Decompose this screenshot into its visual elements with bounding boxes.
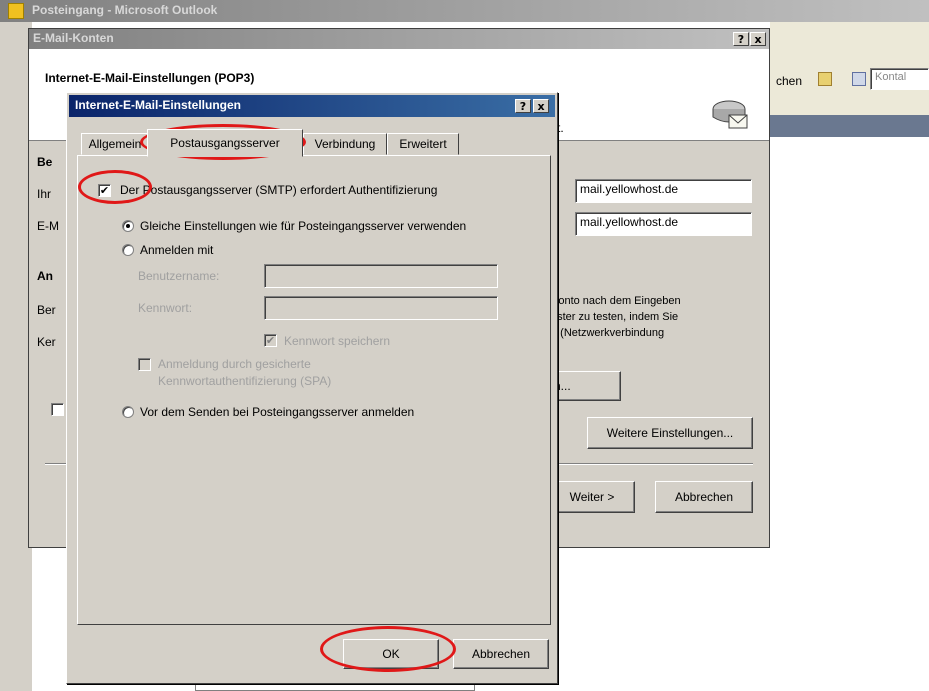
accounts-left-checkbox[interactable] (51, 403, 64, 416)
outgoing-server-input[interactable]: mail.yellowhost.de (575, 212, 752, 236)
accounts-help-button[interactable]: ? (733, 32, 749, 46)
outlook-header-band (770, 115, 929, 137)
section-login: An (37, 269, 53, 283)
tab-allgemein[interactable]: Allgemein (81, 133, 149, 155)
more-settings-button[interactable]: Weitere Einstellungen... (587, 417, 753, 449)
toolbar-search-label[interactable]: chen (776, 74, 802, 88)
save-password-label: Kennwort speichern (284, 334, 391, 348)
dialog-title: Internet-E-Mail-Einstellungen (75, 98, 242, 112)
pop-before-smtp-radio[interactable] (122, 406, 134, 418)
folder-icon[interactable] (818, 72, 832, 86)
dialog-help-button[interactable]: ? (515, 99, 531, 113)
accounts-cancel-button[interactable]: Abbrechen (655, 481, 753, 513)
password-input[interactable] (264, 296, 498, 320)
spa-label-line1: Anmeldung durch gesicherte (158, 357, 311, 371)
row-password-label: Ker (37, 335, 56, 349)
tab-panel: ✔ Der Postausgangsserver (SMTP) erforder… (77, 155, 551, 625)
same-settings-radio[interactable] (122, 220, 134, 232)
contact-search-input[interactable]: Kontal (870, 68, 929, 90)
dialog-cancel-button[interactable]: Abbrechen (453, 639, 549, 669)
outlook-content-area (770, 137, 929, 691)
tab-verbindung[interactable]: Verbindung (303, 133, 387, 155)
accounts-header-title: Internet-E-Mail-Einstellungen (POP3) (45, 71, 255, 85)
login-with-label: Anmelden mit (140, 243, 214, 257)
outlook-app-icon (8, 3, 24, 19)
same-settings-label: Gleiche Einstellungen wie für Posteingan… (140, 219, 467, 233)
test-info-line-1: Konto nach dem Eingeben (551, 295, 681, 307)
pop-before-smtp-label: Vor dem Senden bei Posteingangsserver an… (140, 405, 415, 419)
username-input[interactable] (264, 264, 498, 288)
test-info-line-3: n (Netzwerkverbindung (551, 327, 665, 339)
username-label: Benutzername: (138, 269, 220, 283)
outlook-title: Posteingang - Microsoft Outlook (32, 3, 218, 17)
settings-dialog: Internet-E-Mail-Einstellungen ? x Allgem… (66, 92, 558, 684)
login-with-radio[interactable] (122, 244, 134, 256)
mail-server-icon (709, 97, 749, 131)
smtp-auth-checkbox[interactable]: ✔ (98, 184, 111, 197)
outlook-titlebar: Posteingang - Microsoft Outlook (0, 0, 929, 22)
ok-button[interactable]: OK (343, 639, 439, 669)
row-ihr-label: Ihr (37, 187, 52, 201)
dialog-titlebar: Internet-E-Mail-Einstellungen (69, 95, 555, 117)
smtp-auth-label: Der Postausgangsserver (SMTP) erfordert … (120, 183, 438, 197)
save-password-checkbox[interactable]: ✔ (264, 334, 277, 347)
password-label: Kennwort: (138, 301, 193, 315)
outlook-toolbar: chen Kontal (770, 22, 929, 120)
section-server-info: Be (37, 155, 53, 169)
accounts-title: E-Mail-Konten (33, 31, 114, 45)
accounts-header-subtitle: t. (557, 121, 564, 135)
row-username-label: Ber (37, 303, 56, 317)
spa-checkbox[interactable] (138, 358, 151, 371)
test-info-text: Konto nach dem Eingeben nster zu testen,… (551, 293, 681, 341)
accounts-close-button[interactable]: x (750, 32, 766, 46)
spa-label-line2: Kennwortauthentifizierung (SPA) (158, 374, 332, 388)
test-account-button[interactable]: n... (549, 371, 621, 401)
row-email-label: E-M (37, 219, 59, 233)
next-button[interactable]: Weiter > (549, 481, 635, 513)
dialog-close-button[interactable]: x (533, 99, 549, 113)
test-info-line-2: nster zu testen, indem Sie (551, 311, 679, 323)
accounts-titlebar: E-Mail-Konten (29, 29, 769, 49)
incoming-server-input[interactable]: mail.yellowhost.de (575, 179, 752, 203)
tab-postausgangsserver[interactable]: Postausgangsserver (147, 129, 303, 157)
contacts-icon[interactable] (852, 72, 866, 86)
tab-erweitert[interactable]: Erweitert (387, 133, 459, 155)
